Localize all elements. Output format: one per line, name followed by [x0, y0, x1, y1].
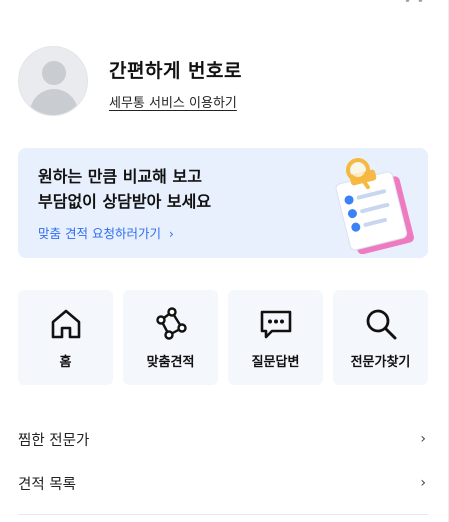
chevron-right-icon: ›: [420, 431, 426, 447]
search-icon: [366, 309, 396, 340]
profile-title: 간편하게 번호로: [109, 59, 242, 82]
menu-item-quote-list[interactable]: 견적 목록 ›: [18, 461, 428, 505]
quick-menu-find-expert[interactable]: 전문가찾기: [333, 290, 428, 385]
profile-section: 간편하게 번호로 세무통 서비스 이용하기: [18, 46, 242, 116]
more-icon[interactable]: • •: [404, 0, 425, 8]
banner-title: 원하는 만큼 비교해 보고 부담없이 상담받아 보세요: [38, 167, 212, 211]
divider: [18, 514, 428, 515]
menu-item-favorite-experts[interactable]: 찜한 전문가 ›: [18, 417, 428, 461]
home-icon: [51, 309, 80, 339]
avatar: [18, 46, 88, 116]
consult-banner[interactable]: 원하는 만큼 비교해 보고 부담없이 상담받아 보세요 맞춤 견적 요청하러가기…: [18, 148, 428, 258]
service-login-link[interactable]: 세무통 서비스 이용하기: [109, 92, 237, 111]
quick-menu-qna[interactable]: 질문답변: [228, 290, 323, 385]
banner-cta-link[interactable]: 맞춤 견적 요청하러가기 ›: [38, 223, 174, 242]
quick-menu-custom-quote[interactable]: 맞춤견적: [123, 290, 218, 385]
chat-icon: [260, 310, 291, 339]
chevron-right-icon: ›: [420, 475, 426, 491]
nodes-icon: [155, 307, 187, 340]
quick-menu: 홈 맞춤견적 질문답변 전문가찾기: [18, 290, 428, 385]
clipboard-checklist-icon: [335, 158, 414, 254]
quick-menu-home[interactable]: 홈: [18, 290, 113, 385]
